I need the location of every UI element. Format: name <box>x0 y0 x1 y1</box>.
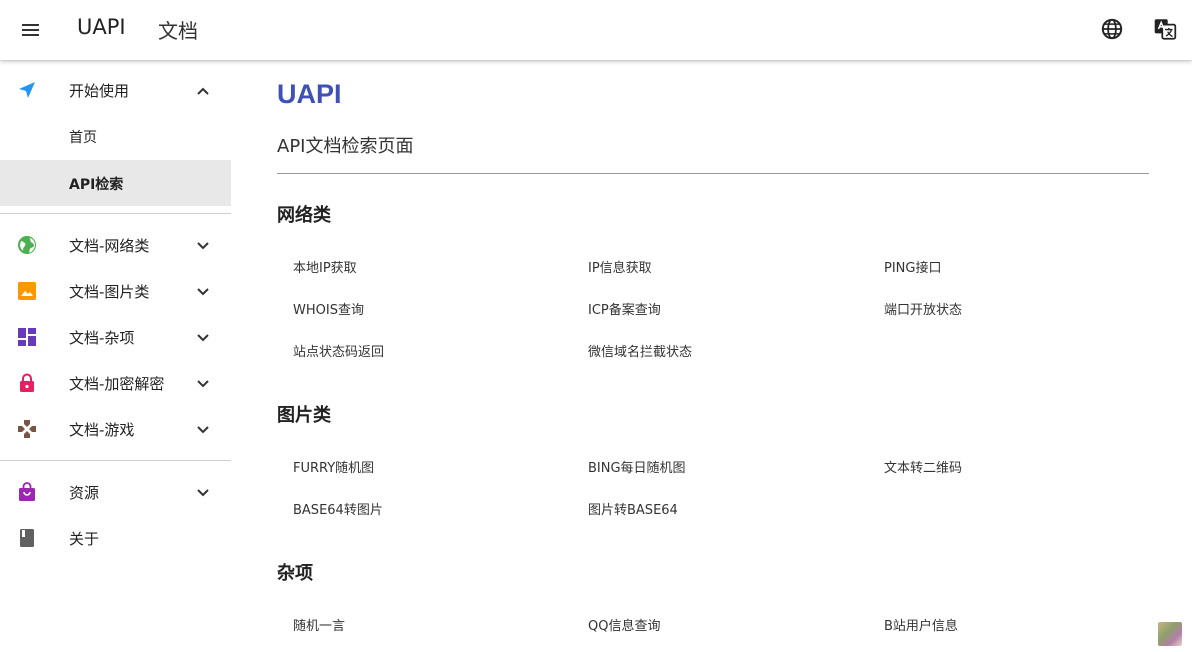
page-title: UAPI <box>277 79 342 109</box>
api-link[interactable]: B站用户信息 <box>884 615 958 634</box>
api-link[interactable]: 随机一言 <box>293 615 345 634</box>
earth-icon <box>17 235 37 255</box>
sidebar-subitem-label: API检索 <box>69 177 124 193</box>
api-link[interactable]: BING每日随机图 <box>588 457 686 476</box>
sidebar-item-network-docs[interactable]: 文档-网络类 <box>0 222 231 268</box>
chevron-down-icon <box>196 422 210 436</box>
chevron-down-icon <box>196 284 210 298</box>
globe-icon[interactable] <box>1099 16 1125 42</box>
translate-icon[interactable] <box>1152 16 1178 42</box>
api-link[interactable]: 图片转BASE64 <box>588 499 678 518</box>
sidebar-divider <box>0 460 231 461</box>
page-subtitle: API文档检索页面 <box>277 136 414 157</box>
sidebar-divider <box>0 213 231 214</box>
sidebar-item-about[interactable]: 关于 <box>0 515 231 561</box>
brand-title[interactable]: UAPI <box>77 15 126 39</box>
menu-icon[interactable] <box>14 14 46 46</box>
sidebar-item-image-docs[interactable]: 文档-图片类 <box>0 268 231 314</box>
sidebar-subitem-label: 首页 <box>69 130 97 146</box>
chevron-down-icon <box>196 330 210 344</box>
section-title-misc: 杂项 <box>277 563 313 584</box>
send-icon <box>17 80 37 100</box>
image-icon <box>17 281 37 301</box>
api-link[interactable]: 端口开放状态 <box>884 299 962 318</box>
api-link[interactable]: WHOIS查询 <box>293 299 364 318</box>
sidebar: 开始使用 首页 API检索 文档-网络类 文档-图片类 文档-杂项 文档-加密解… <box>0 60 231 652</box>
shopping-bag-icon <box>17 482 37 502</box>
api-link[interactable]: PING接口 <box>884 257 941 276</box>
api-link[interactable]: FURRY随机图 <box>293 457 374 476</box>
section-title-network: 网络类 <box>277 205 331 226</box>
sidebar-item-label: 关于 <box>69 530 100 548</box>
sidebar-item-label: 文档-游戏 <box>69 421 135 439</box>
gamepad-icon <box>17 419 37 439</box>
section-title-image: 图片类 <box>277 405 331 426</box>
api-link[interactable]: 微信域名拦截状态 <box>588 341 692 360</box>
api-link[interactable]: 站点状态码返回 <box>293 341 384 360</box>
sidebar-item-misc-docs[interactable]: 文档-杂项 <box>0 314 231 360</box>
book-icon <box>17 528 37 548</box>
api-link[interactable]: 本地IP获取 <box>293 257 357 276</box>
title-divider <box>277 173 1149 174</box>
sidebar-item-getting-started[interactable]: 开始使用 <box>0 67 231 113</box>
sidebar-item-label: 文档-杂项 <box>69 329 135 347</box>
sidebar-item-label: 开始使用 <box>69 82 130 100</box>
chevron-down-icon <box>196 485 210 499</box>
sidebar-item-label: 文档-网络类 <box>69 237 150 255</box>
api-link[interactable]: 文本转二维码 <box>884 457 962 476</box>
api-link[interactable]: QQ信息查询 <box>588 615 660 634</box>
sidebar-item-label: 文档-加密解密 <box>69 375 165 393</box>
sidebar-subitem-home[interactable]: 首页 <box>0 113 231 159</box>
sidebar-item-label: 资源 <box>69 484 100 502</box>
chevron-down-icon <box>196 376 210 390</box>
sidebar-item-resources[interactable]: 资源 <box>0 469 231 515</box>
sidebar-item-crypto-docs[interactable]: 文档-加密解密 <box>0 360 231 406</box>
api-link[interactable]: ICP备案查询 <box>588 299 661 318</box>
api-link[interactable]: BASE64转图片 <box>293 499 383 518</box>
floating-thumbnail[interactable] <box>1158 622 1182 646</box>
sidebar-subitem-api-search[interactable]: API检索 <box>0 160 231 206</box>
app-bar: UAPI 文档 <box>0 0 1192 60</box>
lock-icon <box>17 373 37 393</box>
sidebar-item-label: 文档-图片类 <box>69 283 150 301</box>
chevron-up-icon <box>196 83 210 97</box>
sidebar-item-game-docs[interactable]: 文档-游戏 <box>0 406 231 452</box>
nav-docs-link[interactable]: 文档 <box>158 15 198 44</box>
api-link[interactable]: IP信息获取 <box>588 257 652 276</box>
chevron-down-icon <box>196 238 210 252</box>
dashboard-icon <box>17 327 37 347</box>
